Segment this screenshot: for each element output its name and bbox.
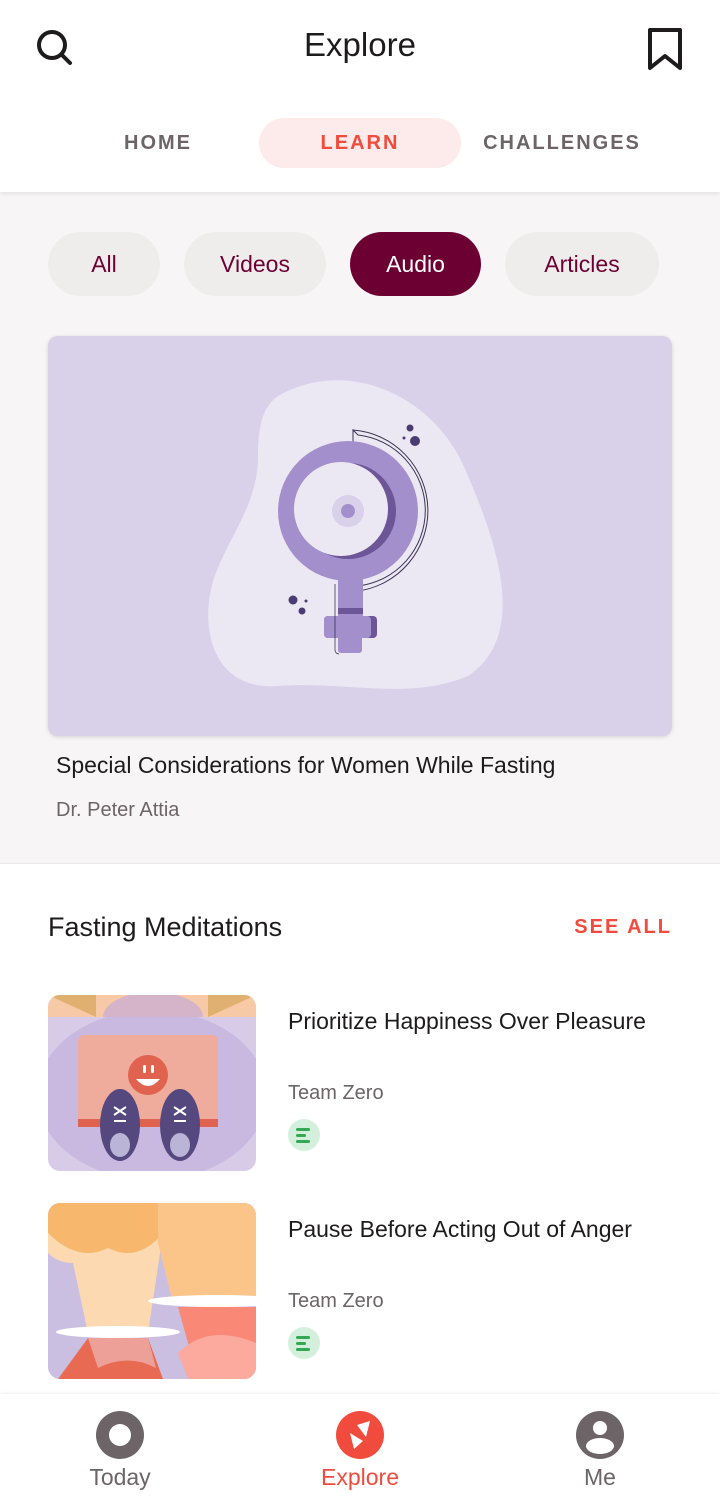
see-all-link[interactable]: SEE ALL [560,916,672,939]
featured-section: All Videos Audio Articles Special Consid… [0,192,720,864]
bookmarks-button[interactable] [640,24,690,74]
sneakers-on-mat-illustration [48,995,256,1171]
featured-title[interactable]: Special Considerations for Women While F… [56,752,555,779]
filter-chip-videos[interactable]: Videos [184,232,326,296]
top-tabs: HOME LEARN CHALLENGES [0,118,720,168]
filter-chip-audio[interactable]: Audio [350,232,481,296]
section-title: Fasting Meditations [48,912,283,942]
filter-chip-articles[interactable]: Articles [505,232,659,296]
nav-today[interactable]: Today [0,1394,240,1507]
tab-learn[interactable]: LEARN [259,118,461,168]
list-item[interactable]: Pause Before Acting Out of Anger Team Ze… [48,1203,672,1379]
tab-challenges[interactable]: CHALLENGES [462,118,662,168]
list-item[interactable]: Prioritize Happiness Over Pleasure Team … [48,995,672,1171]
nav-explore-label: Explore [321,1464,399,1490]
nav-me[interactable]: Me [480,1394,720,1507]
audio-lines-icon [288,1327,320,1359]
item-thumbnail [48,995,256,1171]
erupting-volcanoes-illustration [48,1203,256,1379]
item-author: Team Zero [288,1290,384,1312]
item-title: Pause Before Acting Out of Anger [288,1216,632,1242]
nav-explore[interactable]: Explore [240,1394,480,1507]
filter-chip-all[interactable]: All [48,232,160,296]
item-thumbnail [48,1203,256,1379]
page-title: Explore [304,26,416,63]
audio-lines-icon [288,1119,320,1151]
item-author: Team Zero [288,1082,384,1104]
featured-author: Dr. Peter Attia [56,799,180,821]
tab-home[interactable]: HOME [58,118,258,168]
top-bar: Explore HOME LEARN CHALLENGES [0,0,720,192]
nav-me-label: Me [584,1464,616,1490]
item-title: Prioritize Happiness Over Pleasure [288,1008,646,1034]
nav-today-label: Today [89,1464,151,1490]
compass-icon [336,1411,384,1459]
female-symbol-illustration [48,336,672,736]
ring-icon [96,1411,144,1459]
bookmark-icon [648,28,682,70]
bottom-navigation: Today Explore Me [0,1394,720,1507]
profile-icon [576,1411,624,1459]
featured-card-image[interactable] [48,336,672,736]
